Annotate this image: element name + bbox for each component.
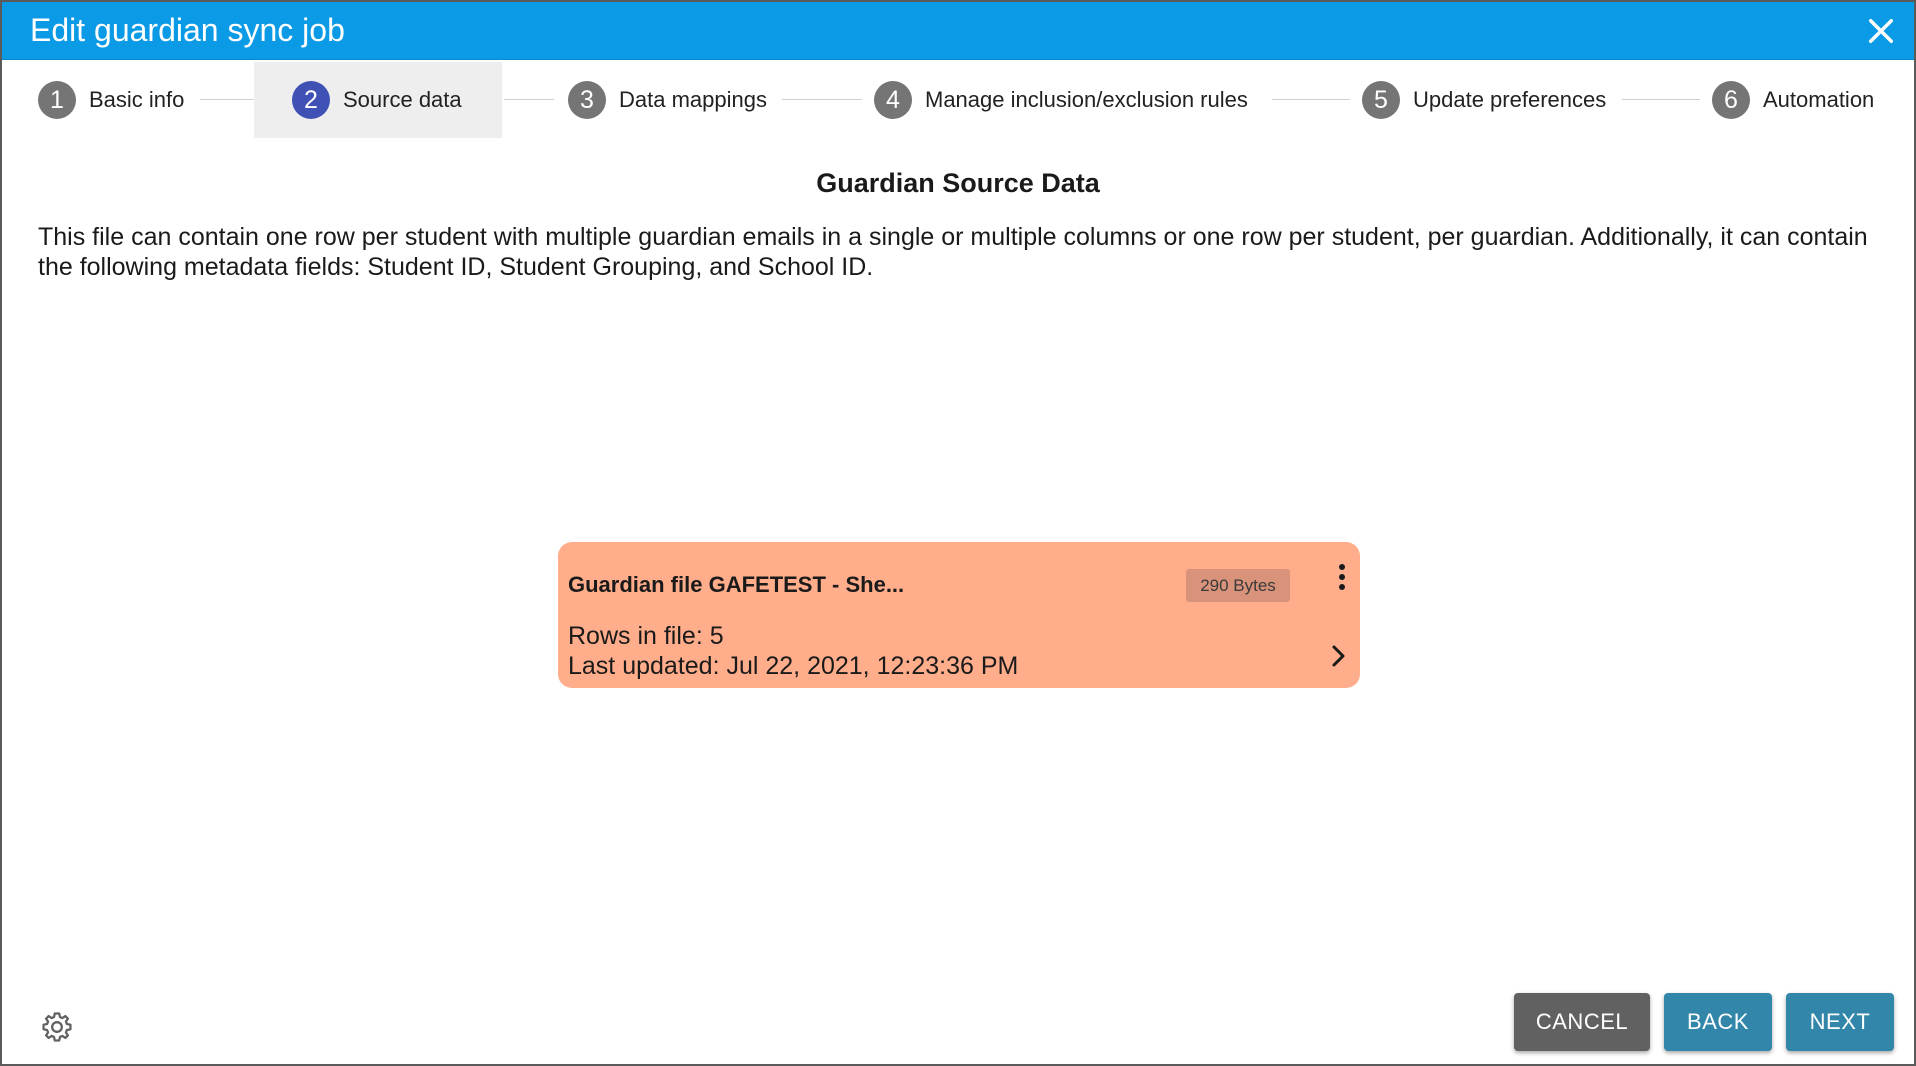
stepper: 1 Basic info 2 Source data 3 Data mappin… bbox=[2, 62, 1914, 138]
step-label: Basic info bbox=[89, 87, 185, 112]
cancel-button[interactable]: CANCEL bbox=[1514, 993, 1650, 1051]
step-number: 5 bbox=[1362, 81, 1400, 119]
step-connector bbox=[504, 99, 554, 100]
step-label: Manage inclusion/exclusion rules bbox=[925, 87, 1248, 112]
file-name: Guardian file GAFETEST - She... bbox=[568, 572, 905, 597]
step-source-data[interactable]: 2 Source data bbox=[254, 62, 502, 138]
step-update-preferences[interactable]: 5 Update preferences bbox=[1362, 62, 1606, 138]
step-connector bbox=[782, 99, 862, 100]
section-description: This file can contain one row per studen… bbox=[38, 223, 1868, 281]
step-label: Data mappings bbox=[619, 87, 767, 112]
close-icon bbox=[1868, 18, 1894, 44]
back-button[interactable]: BACK bbox=[1664, 993, 1772, 1051]
step-automation[interactable]: 6 Automation bbox=[1712, 62, 1874, 138]
edit-guardian-sync-dialog: Edit guardian sync job 1 Basic info 2 So… bbox=[0, 0, 1916, 1066]
step-connector bbox=[1622, 99, 1700, 100]
close-button[interactable] bbox=[1862, 12, 1900, 50]
section-title: Guardian Source Data bbox=[816, 168, 1100, 198]
step-label: Update preferences bbox=[1413, 87, 1607, 112]
rows-in-file: Rows in file: 5 bbox=[568, 622, 724, 650]
file-size-badge: 290 Bytes bbox=[1186, 569, 1290, 602]
step-connector bbox=[1272, 99, 1350, 100]
dialog-title: Edit guardian sync job bbox=[30, 12, 345, 48]
chevron-right-icon[interactable] bbox=[1324, 641, 1354, 671]
dialog-titlebar: Edit guardian sync job bbox=[2, 2, 1914, 60]
step-label: Automation bbox=[1763, 87, 1875, 112]
step-data-mappings[interactable]: 3 Data mappings bbox=[568, 62, 767, 138]
step-number: 2 bbox=[292, 81, 330, 119]
next-button[interactable]: NEXT bbox=[1786, 993, 1894, 1051]
step-number: 6 bbox=[1712, 81, 1750, 119]
step-number: 1 bbox=[38, 81, 76, 119]
step-number: 4 bbox=[874, 81, 912, 119]
guardian-file-card[interactable]: Guardian file GAFETEST - She... 290 Byte… bbox=[558, 542, 1360, 688]
gear-icon[interactable] bbox=[40, 1010, 74, 1044]
step-number: 3 bbox=[568, 81, 606, 119]
last-updated: Last updated: Jul 22, 2021, 12:23:36 PM bbox=[568, 652, 1019, 680]
more-vert-icon[interactable] bbox=[1328, 560, 1356, 596]
step-basic-info[interactable]: 1 Basic info bbox=[38, 62, 184, 138]
step-label: Source data bbox=[343, 87, 462, 112]
step-manage-rules[interactable]: 4 Manage inclusion/exclusion rules bbox=[874, 62, 1248, 138]
